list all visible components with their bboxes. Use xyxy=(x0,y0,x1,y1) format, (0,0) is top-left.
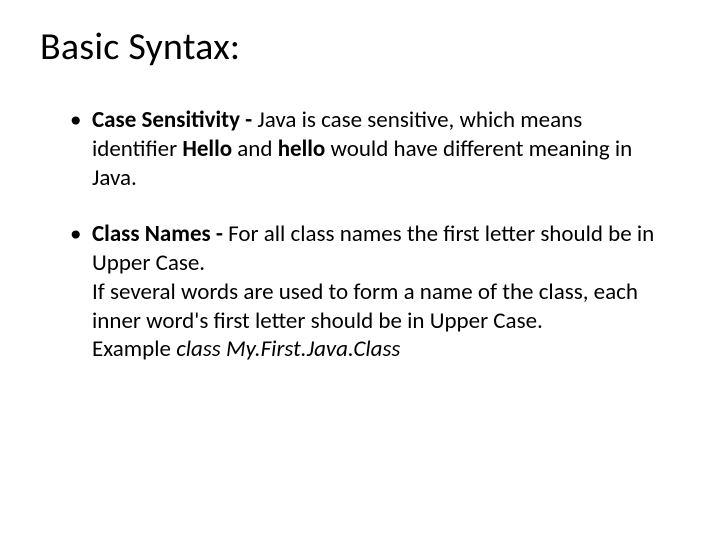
list-item: Class Names - For all class names the fi… xyxy=(70,220,670,364)
body-text: and xyxy=(232,135,278,163)
bullet-list: Case Sensitivity - Java is case sensitiv… xyxy=(40,106,680,364)
list-item: Case Sensitivity - Java is case sensitiv… xyxy=(70,106,670,192)
bold-lead: Case Sensitivity - xyxy=(92,106,257,134)
bold-inline: Hello xyxy=(182,135,232,163)
bold-lead: Class Names - xyxy=(92,220,228,248)
italic-inline: class My.First.Java.Class xyxy=(176,335,400,363)
slide: Basic Syntax: Case Sensitivity - Java is… xyxy=(0,0,720,540)
body-text: Example xyxy=(92,335,176,363)
body-text: If several words are used to form a name… xyxy=(92,278,638,335)
bold-inline: hello xyxy=(278,135,326,163)
slide-title: Basic Syntax: xyxy=(40,24,680,70)
